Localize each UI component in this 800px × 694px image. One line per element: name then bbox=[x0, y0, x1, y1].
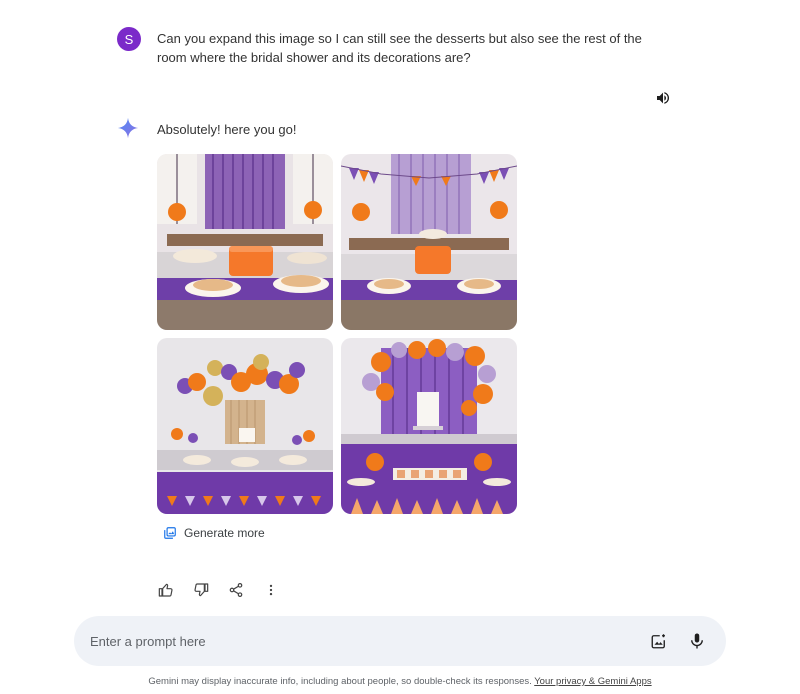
generate-images-icon bbox=[164, 527, 176, 539]
upload-image-button[interactable] bbox=[646, 628, 672, 654]
disclaimer-text: Gemini may display inaccurate info, incl… bbox=[148, 676, 532, 687]
response-text: Absolutely! here you go! bbox=[157, 122, 297, 137]
read-aloud-button[interactable] bbox=[653, 88, 673, 108]
more-options-button[interactable] bbox=[262, 581, 280, 599]
user-avatar[interactable]: S bbox=[117, 27, 141, 51]
response-actions bbox=[157, 581, 280, 599]
user-message: S Can you expand this image so I can sti… bbox=[117, 27, 642, 65]
microphone-icon bbox=[691, 633, 703, 649]
thumbs-down-icon bbox=[194, 583, 209, 597]
speaker-icon bbox=[657, 92, 670, 104]
generate-more-label: Generate more bbox=[184, 526, 265, 540]
microphone-button[interactable] bbox=[684, 628, 710, 654]
thumbs-down-button[interactable] bbox=[192, 581, 210, 599]
generated-image-2[interactable] bbox=[341, 154, 517, 330]
generated-images-grid bbox=[157, 154, 517, 514]
generated-image-1[interactable] bbox=[157, 154, 333, 330]
more-vert-icon bbox=[269, 584, 273, 596]
share-icon bbox=[229, 583, 243, 597]
generated-image-4[interactable] bbox=[341, 338, 517, 514]
prompt-input[interactable] bbox=[90, 633, 634, 649]
privacy-link[interactable]: Your privacy & Gemini Apps bbox=[534, 676, 651, 687]
prompt-bar bbox=[74, 616, 726, 666]
thumbs-up-icon bbox=[158, 583, 173, 597]
share-button[interactable] bbox=[227, 581, 245, 599]
gemini-spark-icon bbox=[117, 117, 139, 139]
generate-more-button[interactable]: Generate more bbox=[163, 526, 265, 540]
disclaimer-footer: Gemini may display inaccurate info, incl… bbox=[0, 676, 800, 687]
chat-page: S Can you expand this image so I can sti… bbox=[0, 0, 800, 694]
generated-image-3[interactable] bbox=[157, 338, 333, 514]
user-message-text: Can you expand this image so I can still… bbox=[157, 31, 642, 65]
thumbs-up-button[interactable] bbox=[157, 581, 175, 599]
add-image-icon bbox=[651, 634, 665, 649]
